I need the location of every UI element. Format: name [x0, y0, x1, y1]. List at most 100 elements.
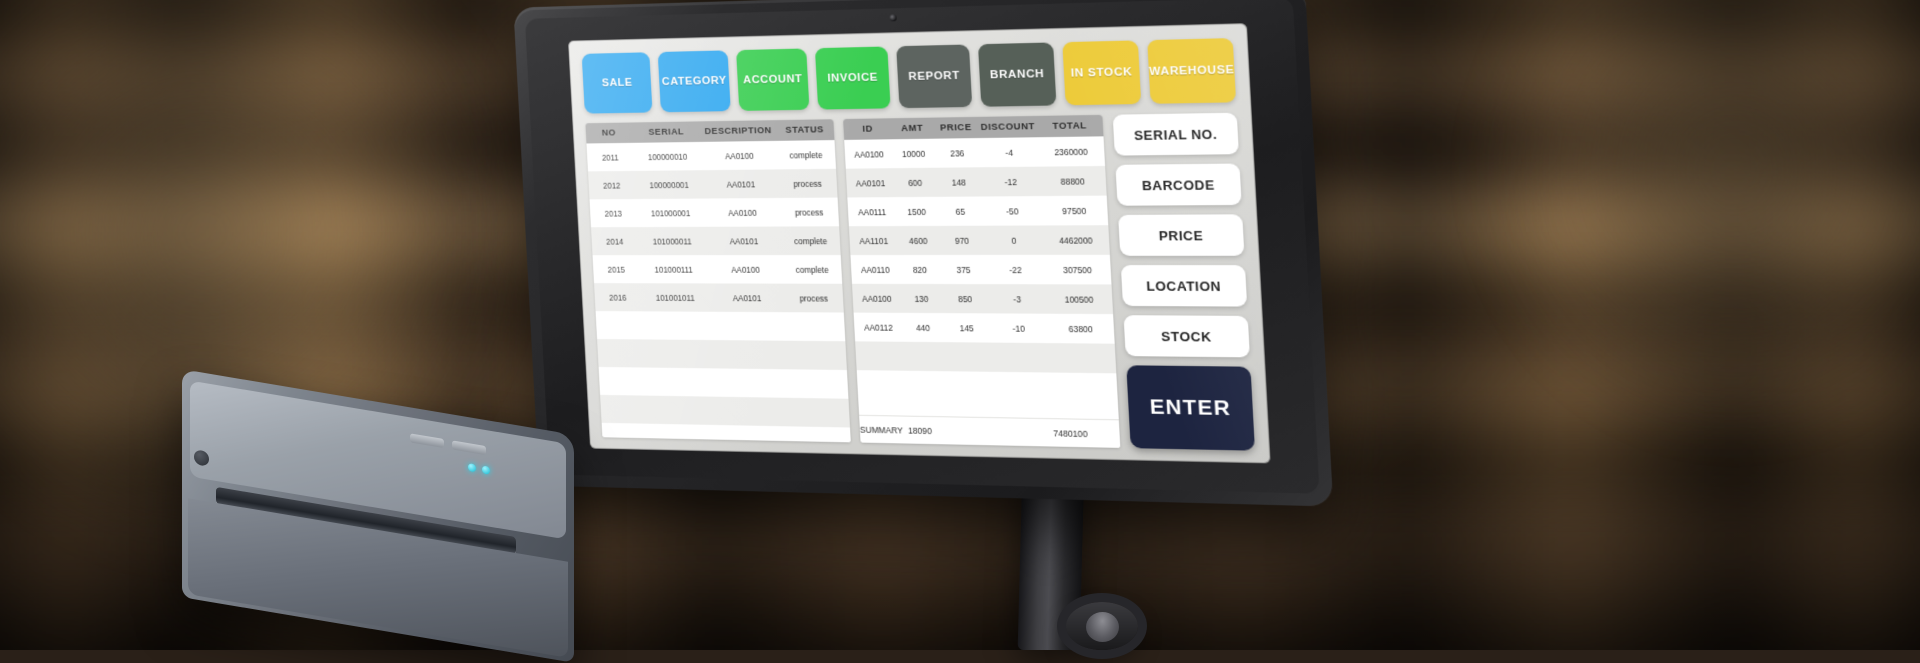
- summary-total: 7480100: [1052, 427, 1088, 439]
- column-header-discount: DISCOUNT: [980, 121, 1036, 133]
- summary-row: SUMMARY 18090 7480100: [859, 414, 1121, 448]
- printer-power-led-icon: [482, 465, 490, 475]
- cell-price: 145: [959, 322, 974, 333]
- table-row[interactable]: AA0112 440 145 -10 63800: [853, 312, 1115, 344]
- cell-total: 307500: [1062, 264, 1093, 275]
- table-row[interactable]: AA1101 4600 970 0 4462000: [848, 225, 1110, 256]
- barcode-button[interactable]: BARCODE: [1115, 163, 1242, 206]
- cell-discount: -50: [1005, 205, 1019, 217]
- cell-status: process: [793, 178, 822, 189]
- cell-price: 236: [949, 147, 965, 159]
- column-header-serial: SERIAL: [648, 126, 685, 138]
- nav-button-in-stock[interactable]: IN STOCK: [1062, 40, 1142, 106]
- table-row[interactable]: AA0101 600 148 -12 88800: [845, 165, 1107, 198]
- column-header-amt: AMT: [900, 122, 924, 135]
- cell-id: AA0110: [860, 264, 890, 275]
- stock-button[interactable]: STOCK: [1123, 315, 1250, 358]
- cell-serial: 100000010: [647, 151, 688, 162]
- cell-description: AA0101: [726, 178, 756, 190]
- summary-label: SUMMARY: [859, 424, 904, 435]
- nav-label: REPORT: [908, 69, 961, 83]
- table-row[interactable]: AA0100 10000 236 -4 2360000: [844, 136, 1106, 169]
- cell-total: 88800: [1060, 175, 1085, 187]
- cell-discount: -12: [1004, 176, 1018, 187]
- pos-screen: SALE CATEGORY ACCOUNT INVOICE REPORT BRA…: [568, 23, 1271, 464]
- cell-status: complete: [789, 149, 823, 160]
- cell-total: 2360000: [1054, 146, 1089, 157]
- nav-label: WAREHOUSE: [1148, 63, 1235, 79]
- cell-serial: 101000001: [650, 207, 691, 218]
- cell-no: 2013: [604, 208, 623, 219]
- cell-discount: -10: [1012, 323, 1026, 334]
- cell-no: 2012: [602, 180, 621, 191]
- action-label: PRICE: [1158, 227, 1204, 243]
- monitor-stand-hole: [1086, 612, 1119, 642]
- printer-body: [182, 369, 574, 663]
- nav-button-branch[interactable]: BRANCH: [978, 42, 1057, 107]
- column-header-price: PRICE: [939, 122, 972, 134]
- action-label: STOCK: [1160, 328, 1212, 345]
- cell-id: AA0111: [857, 206, 887, 217]
- table-row[interactable]: 2015 101000111 AA0100 complete: [592, 255, 843, 284]
- nav-button-account[interactable]: ACCOUNT: [735, 48, 810, 111]
- cell-no: 2016: [608, 292, 627, 303]
- cell-status: complete: [795, 264, 829, 275]
- action-label: BARCODE: [1141, 176, 1216, 193]
- cell-no: 2014: [605, 236, 624, 247]
- table-row[interactable]: 2012 100000001 AA0101 process: [587, 168, 838, 200]
- cell-amt: 820: [912, 264, 928, 275]
- cell-discount: -22: [1009, 264, 1022, 275]
- table-row[interactable]: 2013 101000001 AA0100 process: [589, 197, 840, 228]
- cell-serial: 101000011: [652, 236, 692, 246]
- table-row[interactable]: AA0100 130 850 -3 100500: [852, 283, 1114, 315]
- nav-button-warehouse[interactable]: WAREHOUSE: [1147, 38, 1237, 104]
- nav-button-report[interactable]: REPORT: [895, 44, 973, 109]
- cell-status: complete: [793, 235, 828, 246]
- nav-label: INVOICE: [827, 71, 879, 85]
- cell-amt: 10000: [901, 148, 926, 159]
- cell-amt: 600: [907, 177, 923, 188]
- cell-serial: 101000111: [654, 264, 693, 275]
- transaction-table-empty-rows: [855, 341, 1119, 420]
- column-header-no: NO: [601, 127, 617, 139]
- cell-amt: 130: [914, 293, 929, 304]
- column-header-description: DESCRIPTION: [704, 125, 772, 137]
- nav-label: IN STOCK: [1070, 66, 1133, 80]
- cell-id: AA0100: [854, 148, 884, 160]
- cell-serial: 100000001: [649, 179, 689, 190]
- nav-label: ACCOUNT: [742, 73, 803, 87]
- cell-status: process: [799, 293, 829, 304]
- nav-button-category[interactable]: CATEGORY: [658, 50, 731, 113]
- table-row[interactable]: 2011 100000010 AA0100 complete: [586, 140, 837, 172]
- column-header-total: TOTAL: [1052, 120, 1088, 132]
- enter-label: ENTER: [1149, 394, 1232, 420]
- main-nav-bar: SALE CATEGORY ACCOUNT INVOICE REPORT BRA…: [581, 38, 1237, 114]
- cell-total: 63800: [1068, 323, 1093, 334]
- enter-button[interactable]: ENTER: [1126, 365, 1255, 451]
- cell-price: 148: [951, 176, 967, 188]
- printer-status-led-icon: [468, 463, 476, 473]
- cell-total: 4462000: [1058, 234, 1093, 246]
- table-row[interactable]: 2014 101000011 AA0101 complete: [591, 226, 841, 256]
- cell-id: AA0112: [863, 322, 893, 333]
- main-content: NO SERIAL DESCRIPTION STATUS 2011 100000…: [585, 112, 1255, 451]
- cell-amt: 1500: [907, 206, 927, 217]
- nav-button-invoice[interactable]: INVOICE: [815, 46, 891, 110]
- cell-total: 97500: [1061, 205, 1087, 216]
- inventory-table-empty-rows: [595, 311, 851, 443]
- cell-price: 375: [956, 264, 971, 275]
- nav-button-sale[interactable]: SALE: [581, 52, 653, 114]
- table-row[interactable]: AA0110 820 375 -22 307500: [850, 254, 1112, 285]
- cell-no: 2011: [601, 152, 619, 163]
- inventory-table-panel: NO SERIAL DESCRIPTION STATUS 2011 100000…: [585, 119, 851, 443]
- cell-total: 100500: [1064, 293, 1094, 305]
- price-button[interactable]: PRICE: [1118, 214, 1245, 256]
- cell-discount: -3: [1013, 293, 1022, 304]
- serial-no-button[interactable]: SERIAL NO.: [1112, 112, 1239, 156]
- table-row[interactable]: 2016 101001011 AA0101 process: [594, 283, 844, 313]
- location-button[interactable]: LOCATION: [1120, 265, 1248, 307]
- cell-price: 970: [954, 235, 970, 246]
- cell-no: 2015: [607, 264, 626, 275]
- cell-price: 65: [955, 206, 966, 217]
- table-row[interactable]: AA0111 1500 65 -50 97500: [847, 195, 1109, 227]
